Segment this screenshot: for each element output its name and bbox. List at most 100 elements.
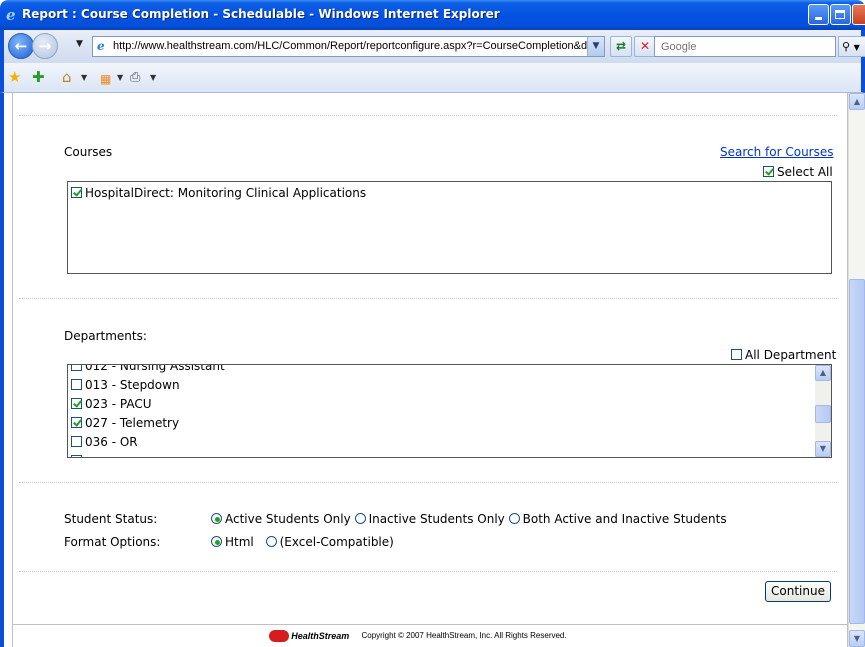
radio-icon[interactable]: [211, 536, 222, 547]
forward-button[interactable]: →: [32, 33, 58, 59]
department-checkbox[interactable]: [71, 455, 82, 457]
inactive-students-radio[interactable]: Inactive Students Only: [354, 512, 505, 526]
maximize-button[interactable]: [830, 4, 851, 25]
refresh-button[interactable]: ⇄: [610, 36, 632, 57]
page-icon: e: [97, 39, 105, 53]
department-checkbox[interactable]: [71, 417, 82, 428]
healthstream-logo-text: HealthStream: [291, 631, 350, 641]
department-item-label: 027 - Telemetry: [85, 416, 180, 430]
all-department-checkbox[interactable]: All Department: [731, 348, 836, 362]
department-item-label: 013 - Stepdown: [85, 378, 180, 392]
both-students-radio[interactable]: Both Active and Inactive Students: [508, 512, 727, 526]
search-for-courses-link[interactable]: Search for Courses: [720, 145, 834, 159]
window-title-bar[interactable]: e Report : Course Completion - Schedulab…: [0, 0, 865, 30]
department-item[interactable]: 023 - PACU: [71, 397, 152, 411]
active-students-label: Active Students Only: [225, 512, 351, 526]
stop-button[interactable]: ✕: [634, 36, 656, 57]
inactive-students-label: Inactive Students Only: [368, 512, 505, 526]
department-checkbox[interactable]: [71, 398, 82, 409]
divider: [19, 115, 837, 116]
scroll-down-arrow-icon[interactable]: ▼: [815, 441, 831, 457]
feeds-icon[interactable]: ▦: [100, 71, 111, 87]
excel-format-radio[interactable]: (Excel-Compatible): [265, 535, 394, 549]
forward-arrow-icon: →: [38, 37, 52, 55]
continue-button[interactable]: Continue: [765, 581, 831, 602]
html-format-label: Html: [225, 535, 254, 549]
divider: [19, 482, 837, 483]
format-options-label: Format Options:: [64, 535, 161, 549]
radio-icon[interactable]: [211, 513, 222, 524]
home-dropdown-icon[interactable]: ▼: [81, 73, 87, 82]
divider: [19, 298, 837, 299]
course-checkbox[interactable]: [71, 187, 82, 198]
minimize-button[interactable]: [808, 4, 829, 25]
scroll-thumb[interactable]: [815, 405, 831, 423]
select-all-checkbox[interactable]: Select All: [763, 165, 833, 179]
page-viewport: Courses Search for Courses Select All Ho…: [0, 93, 865, 647]
address-dropdown-button[interactable]: ▼: [587, 37, 604, 56]
refresh-icon: ⇄: [615, 39, 627, 53]
active-students-radio[interactable]: Active Students Only: [211, 512, 351, 526]
search-input[interactable]: [659, 38, 829, 55]
command-bar: ★ ✚ ⌂ ▼ ▦ ▼ ⎙ ▼: [0, 63, 865, 93]
healthstream-logo: HealthStream: [269, 630, 357, 642]
radio-icon[interactable]: [508, 513, 520, 524]
back-button[interactable]: ←: [8, 33, 34, 59]
department-item[interactable]: 013 - Stepdown: [71, 378, 180, 392]
close-button[interactable]: [852, 4, 865, 25]
department-checkbox[interactable]: [71, 379, 82, 390]
department-item-label: 012 - Nursing Assistant: [85, 364, 225, 373]
courses-label: Courses: [64, 145, 113, 159]
page-scroll-up-icon[interactable]: ▲: [849, 93, 865, 110]
departments-list[interactable]: 012 - Nursing Assistant 013 - Stepdown 0…: [67, 364, 832, 458]
html-format-radio[interactable]: Html: [211, 535, 254, 549]
page-scroll-thumb[interactable]: [849, 279, 865, 624]
department-item-label: 036 - OR: [85, 435, 138, 449]
student-status-label: Student Status:: [64, 512, 158, 526]
scroll-up-arrow-icon[interactable]: ▲: [815, 365, 831, 381]
footer-divider: [13, 624, 849, 625]
url-text[interactable]: http://www.healthstream.com/HLC/Common/R…: [113, 40, 593, 52]
page-scroll-down-icon[interactable]: ▼: [849, 630, 865, 647]
department-checkbox[interactable]: [71, 436, 82, 447]
page-scrollbar[interactable]: ▲ ▼: [848, 93, 865, 647]
feeds-dropdown-icon[interactable]: ▼: [117, 73, 123, 82]
recent-pages-dropdown[interactable]: ▼: [76, 39, 83, 49]
search-icon: ⚲: [842, 40, 851, 53]
search-box[interactable]: [654, 36, 836, 57]
ie-icon: e: [6, 6, 16, 24]
select-all-check-icon[interactable]: [763, 166, 774, 177]
student-status-options: Active Students Only Inactive Students O…: [211, 512, 727, 526]
address-field[interactable]: e http://www.healthstream.com/HLC/Common…: [92, 36, 605, 57]
search-button[interactable]: ⚲ ▼: [838, 36, 865, 57]
departments-scrollbar[interactable]: ▲ ▼: [815, 365, 831, 457]
favorites-star-icon[interactable]: ★: [8, 69, 21, 85]
report-config-panel: Courses Search for Courses Select All Ho…: [12, 93, 849, 647]
select-all-label: Select All: [777, 165, 833, 179]
back-arrow-icon: ←: [14, 37, 28, 55]
healthstream-logo-mark: [269, 630, 289, 642]
address-toolbar: ← → ▼ e http://www.healthstream.com/HLC/…: [0, 30, 865, 63]
radio-icon[interactable]: [265, 536, 277, 547]
course-item-label: HospitalDirect: Monitoring Clinical Appl…: [85, 186, 367, 200]
print-icon[interactable]: ⎙: [130, 70, 140, 86]
department-item[interactable]: 036 - OR: [71, 435, 138, 449]
add-favorites-icon[interactable]: ✚: [32, 69, 45, 85]
department-item[interactable]: 027 - Telemetry: [71, 416, 179, 430]
department-item-partial[interactable]: [71, 454, 85, 457]
divider: [19, 571, 837, 572]
radio-icon[interactable]: [354, 513, 366, 524]
format-options: Html (Excel-Compatible): [211, 535, 394, 549]
both-students-label: Both Active and Inactive Students: [522, 512, 727, 526]
home-icon[interactable]: ⌂: [62, 69, 72, 85]
course-item[interactable]: HospitalDirect: Monitoring Clinical Appl…: [71, 186, 366, 200]
search-options-dropdown-icon: ▼: [853, 43, 860, 52]
copyright-text: Copyright © 2007 HealthStream, Inc. All …: [361, 631, 567, 641]
department-item[interactable]: 012 - Nursing Assistant: [71, 364, 225, 373]
all-department-label: All Department: [745, 348, 837, 362]
print-dropdown-icon[interactable]: ▼: [150, 73, 156, 82]
departments-label: Departments:: [64, 329, 147, 343]
all-department-check-icon[interactable]: [731, 349, 742, 360]
department-checkbox[interactable]: [71, 365, 82, 371]
courses-list[interactable]: HospitalDirect: Monitoring Clinical Appl…: [67, 181, 832, 274]
